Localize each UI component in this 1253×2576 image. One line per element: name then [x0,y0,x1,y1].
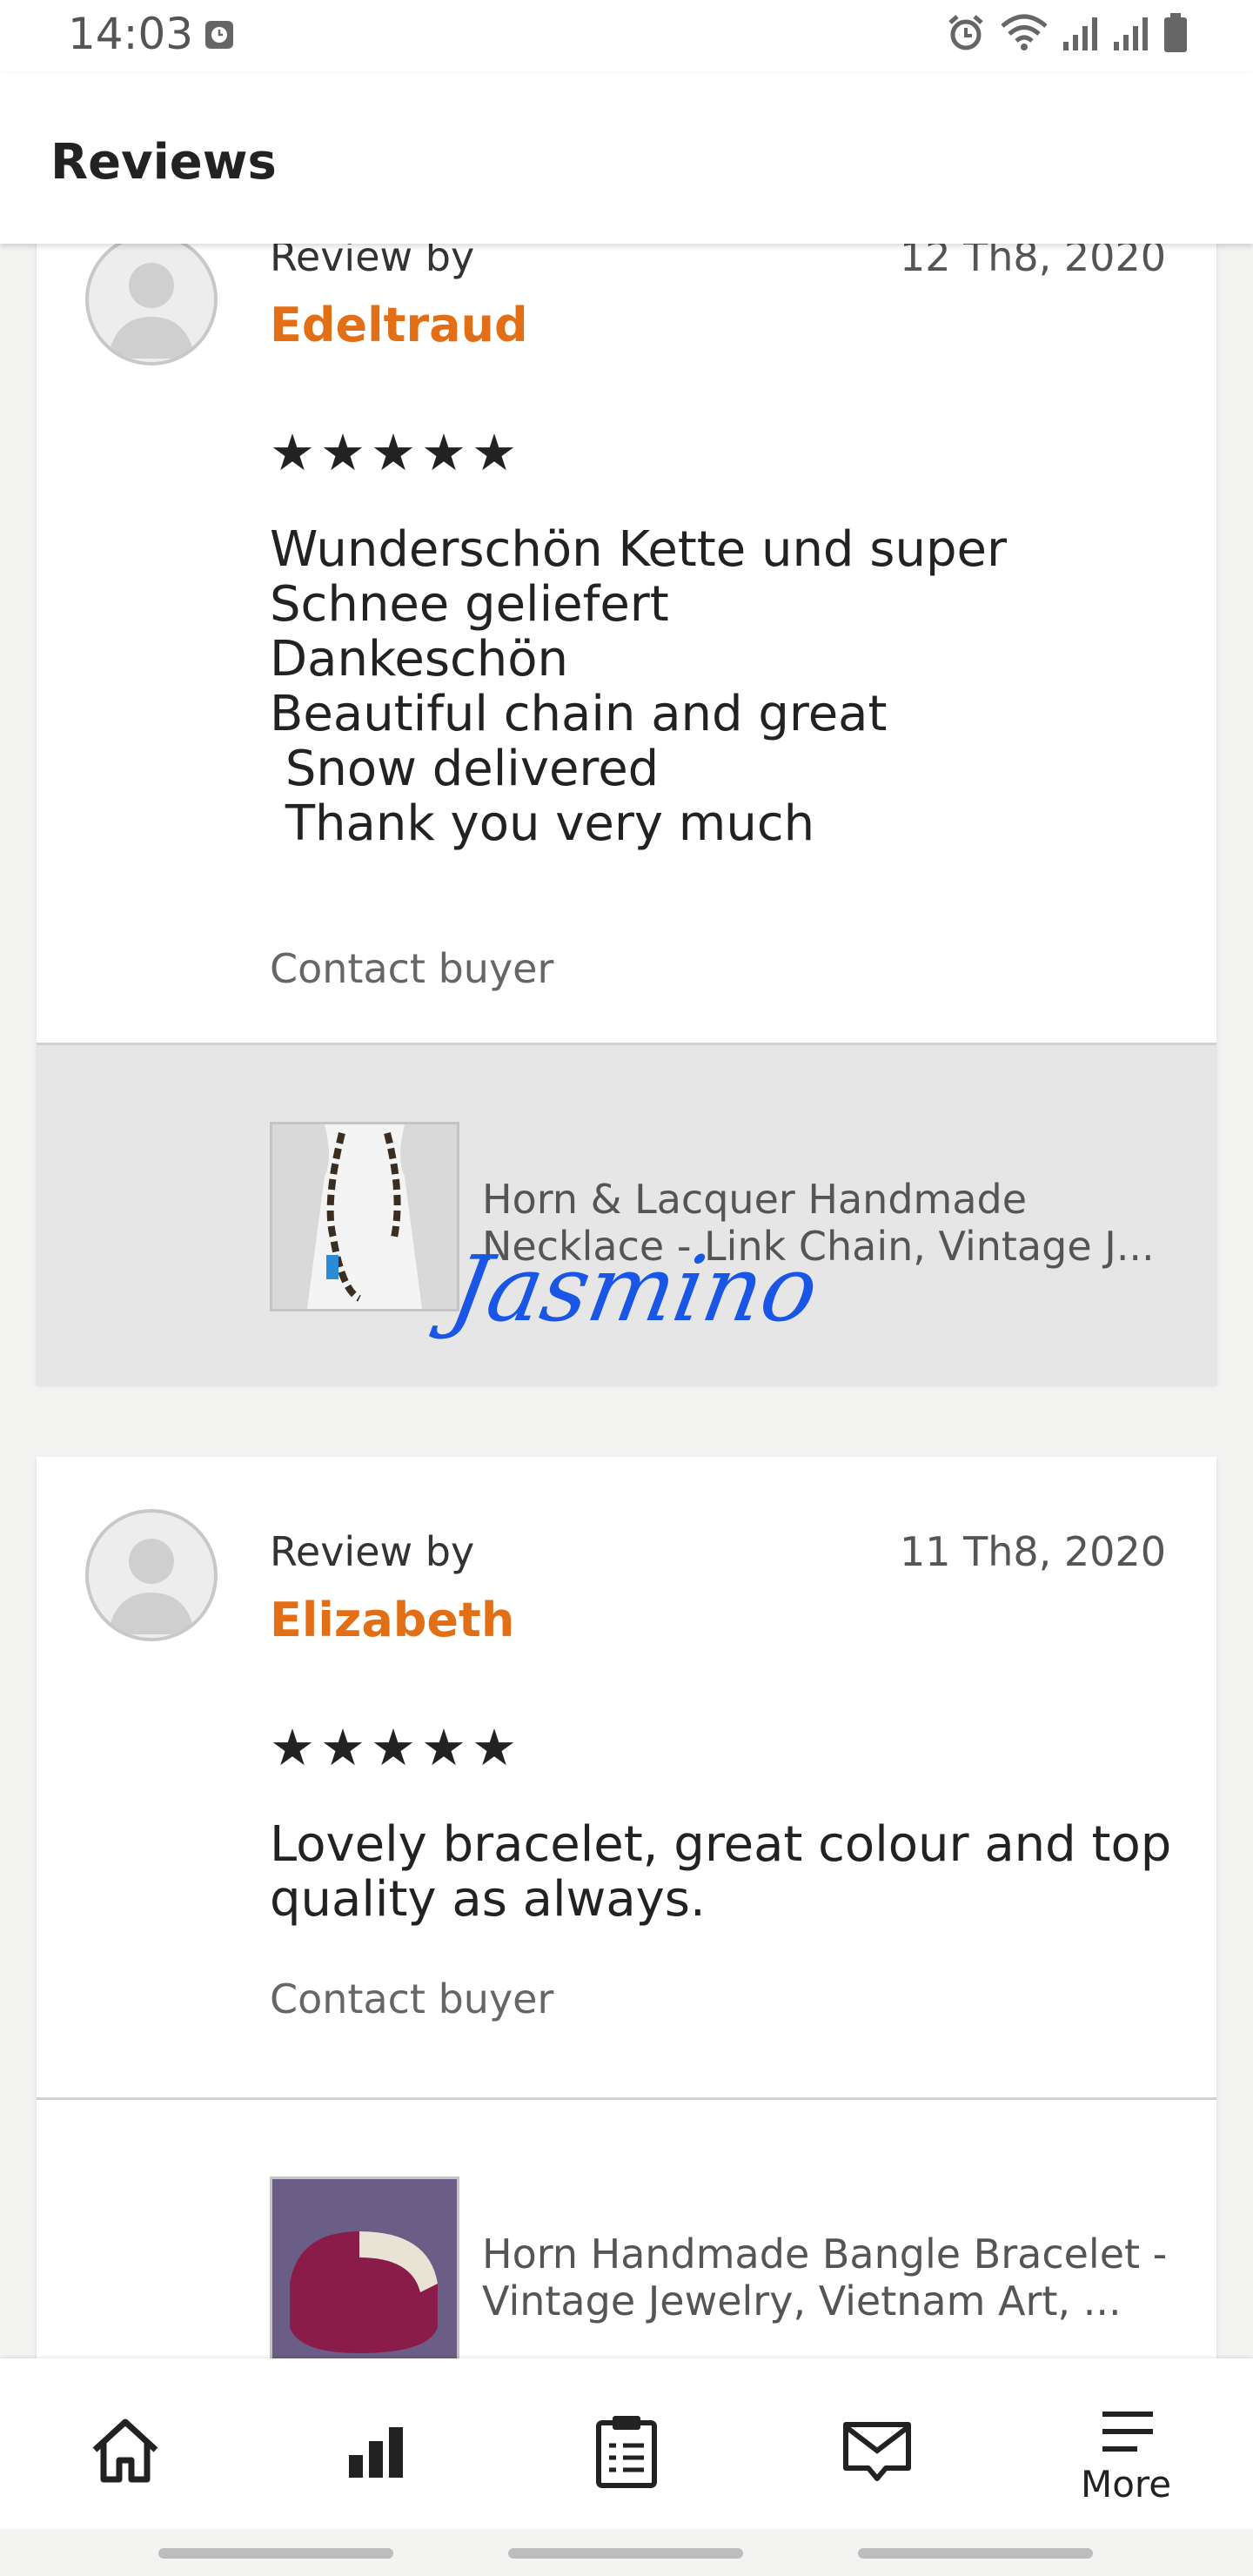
gesture-bar [0,2529,1253,2576]
avatar[interactable] [85,1509,218,1641]
listing-thumbnail[interactable] [270,1122,459,1311]
avatar[interactable] [85,244,218,366]
battery-icon [1164,13,1187,52]
nav-messages[interactable] [834,2407,921,2494]
contact-buyer-link[interactable]: Contact buyer [270,1976,553,2023]
gesture-pill[interactable] [858,2548,1093,2559]
nav-more-label[interactable]: More [1081,2463,1171,2506]
bottom-nav: More [0,2358,1253,2529]
gesture-pill[interactable] [508,2548,743,2559]
review-card: Review by 11 Th8, 2020 Elizabeth ★★★★★ L… [37,1457,1216,2358]
home-icon [92,2418,158,2483]
alarm-icon [948,15,983,50]
stats-icon [349,2427,403,2478]
mail-icon [843,2422,911,2481]
wifi-icon [1001,14,1048,50]
star-rating: ★★★★★ [270,1718,522,1777]
watermark-signature: Jasmino [443,1236,827,1342]
page-title: Reviews [50,134,277,191]
signal-icon-2 [1114,17,1148,50]
clipboard-icon [596,2416,657,2488]
listing-preview[interactable]: Horn Handmade Bangle Bracelet - Vintage … [37,2097,1216,2358]
review-by-label: Review by [270,244,475,280]
listing-thumbnail[interactable] [270,2177,459,2358]
review-text: Lovely bracelet, great colour and top qu… [270,1816,1188,1928]
status-time: 14:03 [68,9,194,59]
avatar-placeholder-icon [108,1539,195,1634]
review-by-label: Review by [270,1528,475,1575]
reviewer-name[interactable]: Elizabeth [270,1593,514,1647]
listing-title[interactable]: Horn Handmade Bangle Bracelet - Vintage … [482,2231,1178,2324]
contact-buyer-link[interactable]: Contact buyer [270,945,553,992]
review-text: Wunderschön Kette und super Schnee gelie… [270,521,1007,852]
necklace-image [272,1124,457,1309]
clock-app-icon [205,21,233,49]
status-icons [945,12,1189,54]
signal-icon [1063,17,1097,50]
reviewer-name[interactable]: Edeltraud [270,298,528,352]
review-card: Review by 12 Th8, 2020 Edeltraud ★★★★★ W… [37,244,1216,1386]
gesture-pill[interactable] [158,2548,393,2559]
review-date: 11 Th8, 2020 [900,1528,1166,1575]
review-date: 12 Th8, 2020 [900,244,1166,280]
nav-stats[interactable] [332,2407,419,2494]
avatar-placeholder-icon [108,263,195,359]
status-bar: 14:03 [0,0,1253,73]
nav-home[interactable] [82,2407,169,2494]
bracelet-image [272,2179,457,2358]
nav-orders[interactable] [583,2407,670,2494]
app-header: Reviews [0,73,1253,244]
star-rating: ★★★★★ [270,423,522,482]
menu-icon [1102,2412,1153,2452]
